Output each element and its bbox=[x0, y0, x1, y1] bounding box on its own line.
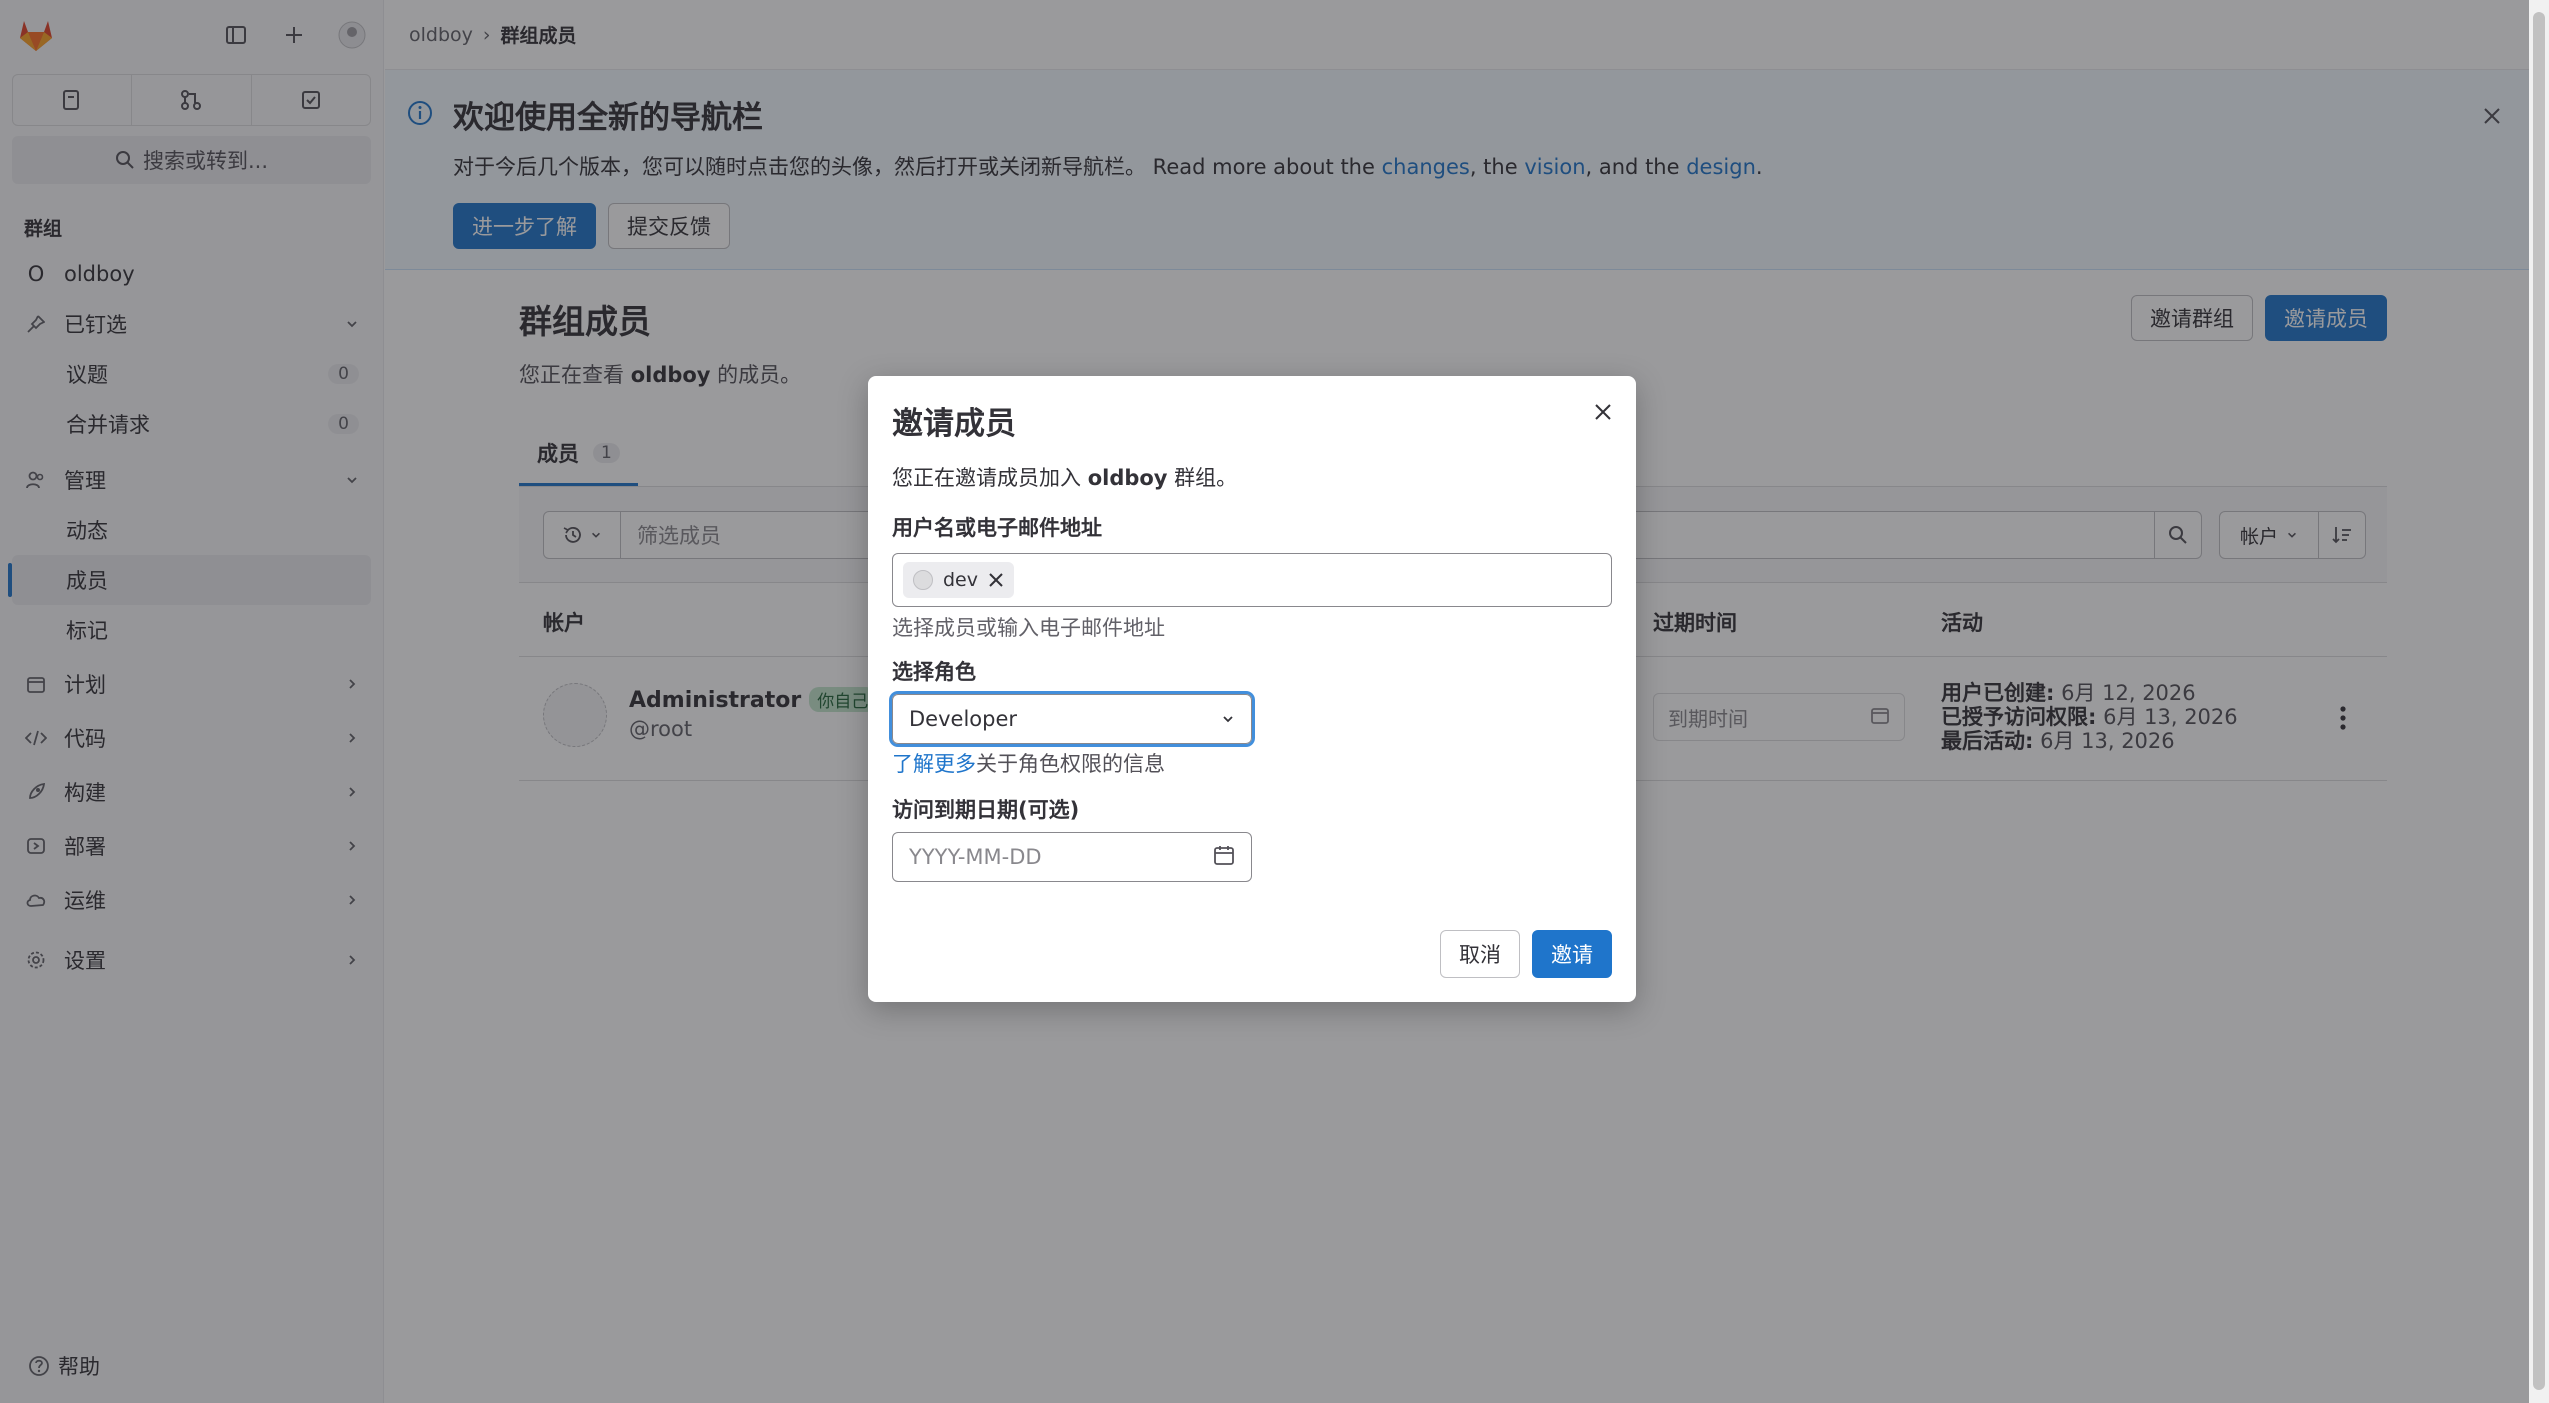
cancel-button[interactable]: 取消 bbox=[1440, 930, 1520, 978]
role-value: Developer bbox=[909, 707, 1018, 731]
date-placeholder: YYYY-MM-DD bbox=[909, 845, 1042, 869]
scrollbar-thumb[interactable] bbox=[2533, 12, 2545, 1390]
token-label: dev bbox=[943, 569, 978, 591]
access-expiry-date-input[interactable]: YYYY-MM-DD bbox=[892, 832, 1252, 882]
date-field-label: 访问到期日期(可选) bbox=[892, 798, 1080, 822]
modal-intro-suffix: 群组。 bbox=[1167, 466, 1238, 490]
invite-members-modal: 邀请成员 您正在邀请成员加入 oldboy 群组。 用户名或电子邮件地址 dev… bbox=[868, 376, 1636, 1002]
chevron-down-icon bbox=[1221, 707, 1235, 731]
modal-title: 邀请成员 bbox=[892, 406, 1016, 442]
members-token-input[interactable]: dev bbox=[892, 553, 1612, 607]
calendar-icon[interactable] bbox=[1213, 844, 1235, 871]
invite-button[interactable]: 邀请 bbox=[1532, 930, 1612, 978]
modal-intro: 您正在邀请成员加入 oldboy 群组。 bbox=[892, 462, 1237, 492]
role-field-label: 选择角色 bbox=[892, 660, 976, 684]
modal-intro-group: oldboy bbox=[1087, 466, 1168, 490]
user-field-label: 用户名或电子邮件地址 bbox=[892, 516, 1102, 540]
learn-more-link[interactable]: 了解更多 bbox=[892, 752, 976, 776]
close-icon[interactable] bbox=[1594, 402, 1612, 426]
remove-token-icon[interactable] bbox=[988, 572, 1004, 588]
page-scrollbar[interactable] bbox=[2529, 0, 2549, 1403]
token-avatar bbox=[913, 570, 933, 590]
role-permissions-hint: 了解更多关于角色权限的信息 bbox=[892, 748, 1165, 778]
modal-intro-prefix: 您正在邀请成员加入 bbox=[892, 466, 1088, 490]
learn-more-suffix: 关于角色权限的信息 bbox=[976, 752, 1165, 776]
selected-user-token[interactable]: dev bbox=[903, 562, 1014, 598]
role-select[interactable]: Developer bbox=[892, 694, 1252, 744]
user-field-hint: 选择成员或输入电子邮件地址 bbox=[892, 616, 1165, 640]
